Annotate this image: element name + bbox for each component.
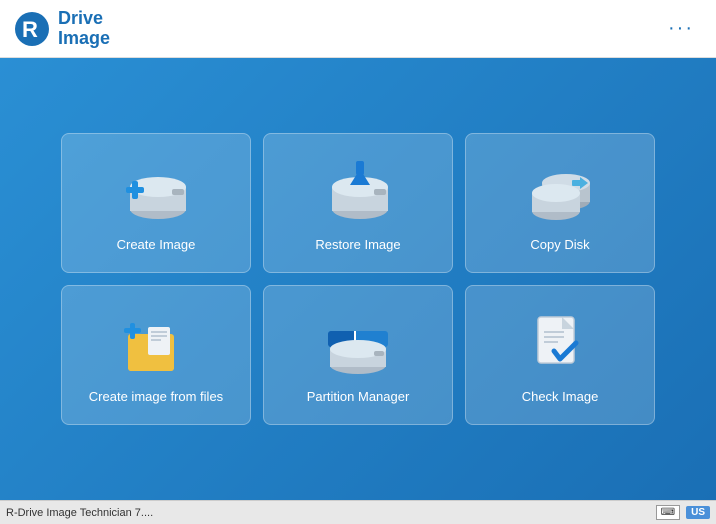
check-image-icon [520, 306, 600, 381]
tile-check-image[interactable]: Check Image [465, 285, 655, 425]
tile-copy-disk[interactable]: Copy Disk [465, 133, 655, 273]
tile-create-image[interactable]: Create Image [61, 133, 251, 273]
restore-image-label: Restore Image [315, 237, 400, 252]
main-area: Create Image Restore Image [0, 58, 716, 500]
app-logo-icon: R [14, 11, 50, 47]
logo-line1: Drive [58, 9, 110, 29]
tiles-grid: Create Image Restore Image [61, 133, 655, 425]
svg-text:R: R [22, 17, 38, 42]
logo-text: Drive Image [58, 9, 110, 49]
tile-restore-image[interactable]: Restore Image [263, 133, 453, 273]
copy-disk-icon [520, 154, 600, 229]
create-image-files-label: Create image from files [89, 389, 223, 404]
check-image-label: Check Image [522, 389, 599, 404]
create-image-icon [116, 154, 196, 229]
restore-image-icon [318, 154, 398, 229]
partition-manager-label: Partition Manager [307, 389, 410, 404]
create-image-files-icon [116, 306, 196, 381]
statusbar-app-name: R-Drive Image Technician 7.... [6, 507, 153, 519]
create-image-label: Create Image [117, 237, 196, 252]
statusbar: R-Drive Image Technician 7.... ⌨ US [0, 500, 716, 524]
tile-partition-manager[interactable]: Partition Manager [263, 285, 453, 425]
menu-button[interactable]: ··· [660, 13, 702, 44]
partition-manager-icon [318, 306, 398, 381]
statusbar-right: ⌨ US [656, 505, 710, 520]
copy-disk-label: Copy Disk [530, 237, 589, 252]
logo-line2: Image [58, 29, 110, 49]
language-badge[interactable]: US [686, 506, 710, 519]
logo-area: R Drive Image [14, 9, 110, 49]
keyboard-icon: ⌨ [656, 505, 680, 520]
tile-create-image-files[interactable]: Create image from files [61, 285, 251, 425]
header: R Drive Image ··· [0, 0, 716, 58]
